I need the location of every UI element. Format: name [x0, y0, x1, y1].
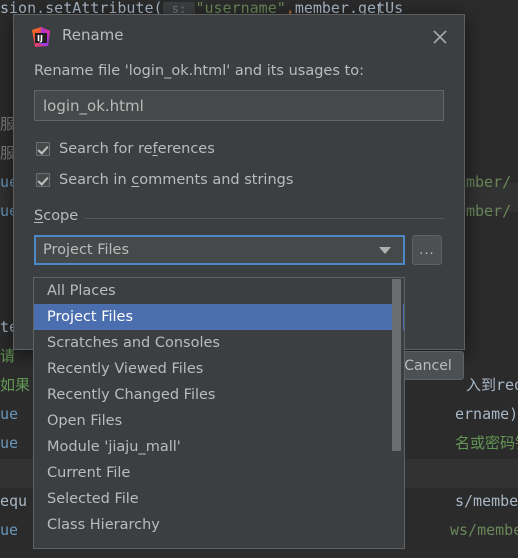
dropdown-item[interactable]: Recently Changed Files	[34, 382, 404, 408]
dropdown-item[interactable]: Class Hierarchy	[34, 512, 404, 538]
scope-combobox-value: Project Files	[43, 242, 130, 258]
code-token: 入到reques	[466, 376, 518, 394]
svg-text:IJ: IJ	[37, 34, 43, 43]
code-token: ue	[0, 434, 19, 452]
code-token: ue	[0, 521, 19, 539]
dialog-title: Rename	[62, 26, 124, 44]
code-line: ue	[0, 429, 18, 458]
checkbox-label-references: Search for references	[59, 141, 215, 157]
chevron-down-icon[interactable]	[379, 246, 391, 254]
dropdown-item[interactable]: Selected File	[34, 486, 404, 512]
dropdown-item[interactable]: Project Files	[34, 304, 404, 330]
scope-combobox[interactable]: Project Files	[34, 235, 405, 265]
code-token: ername)	[455, 405, 518, 423]
code-token: mber/	[466, 202, 512, 220]
code-token: s/member/I	[455, 492, 518, 510]
checkbox-label-comments: Search in comments and strings	[59, 172, 294, 188]
dropdown-item[interactable]: All Places	[34, 278, 404, 304]
dropdown-item[interactable]: Module 'jiaju_mall'	[34, 434, 404, 460]
code-token: ws/member/	[450, 521, 518, 539]
checkbox-search-for-references[interactable]: Search for references	[36, 141, 215, 157]
dropdown-item[interactable]: Open Files	[34, 408, 404, 434]
dropdown-scrollbar-track[interactable]	[392, 278, 403, 548]
code-line: 名或密码错	[455, 429, 518, 458]
code-line: mber/	[466, 168, 511, 197]
code-token: ue	[0, 405, 19, 423]
code-token: mber/	[466, 173, 512, 191]
code-line: ername);	[455, 400, 518, 429]
scope-dropdown-list[interactable]: All Places Project Files Scratches and Con…	[34, 278, 404, 538]
checkbox-checked-icon[interactable]	[36, 173, 50, 187]
scope-group-label: Scope	[34, 208, 86, 224]
code-token: 如果	[0, 376, 31, 394]
rename-input[interactable]	[34, 90, 444, 121]
code-line: ue	[0, 400, 18, 429]
code-line: ws/member/	[450, 516, 518, 545]
code-line: 如果	[0, 371, 30, 400]
code-token: 名或密码错	[455, 434, 518, 452]
scope-browse-button[interactable]: ...	[412, 235, 442, 265]
code-line: 入到reques	[466, 371, 518, 400]
dropdown-item[interactable]: Current File	[34, 460, 404, 486]
dialog-titlebar: IJ Rename	[14, 15, 464, 57]
scope-dropdown-popup[interactable]: All Places Project Files Scratches and Con…	[33, 277, 405, 549]
code-line: s/member/I	[455, 487, 518, 516]
code-token: equ	[0, 492, 28, 510]
close-icon[interactable]	[428, 25, 452, 49]
rename-prompt-label: Rename file 'login_ok.html' and its usag…	[34, 63, 364, 79]
dropdown-item[interactable]: Scratches and Consoles	[34, 330, 404, 356]
dropdown-item[interactable]: Recently Viewed Files	[34, 356, 404, 382]
code-line: equ	[0, 487, 27, 516]
intellij-idea-logo-icon: IJ	[31, 27, 51, 47]
code-line: mber/	[466, 197, 511, 226]
dropdown-scrollbar-thumb[interactable]	[392, 279, 401, 451]
scope-group-separator	[34, 218, 444, 219]
checkbox-search-in-comments-and-strings[interactable]: Search in comments and strings	[36, 172, 293, 188]
code-line: ue	[0, 516, 18, 545]
checkbox-checked-icon[interactable]	[36, 142, 50, 156]
